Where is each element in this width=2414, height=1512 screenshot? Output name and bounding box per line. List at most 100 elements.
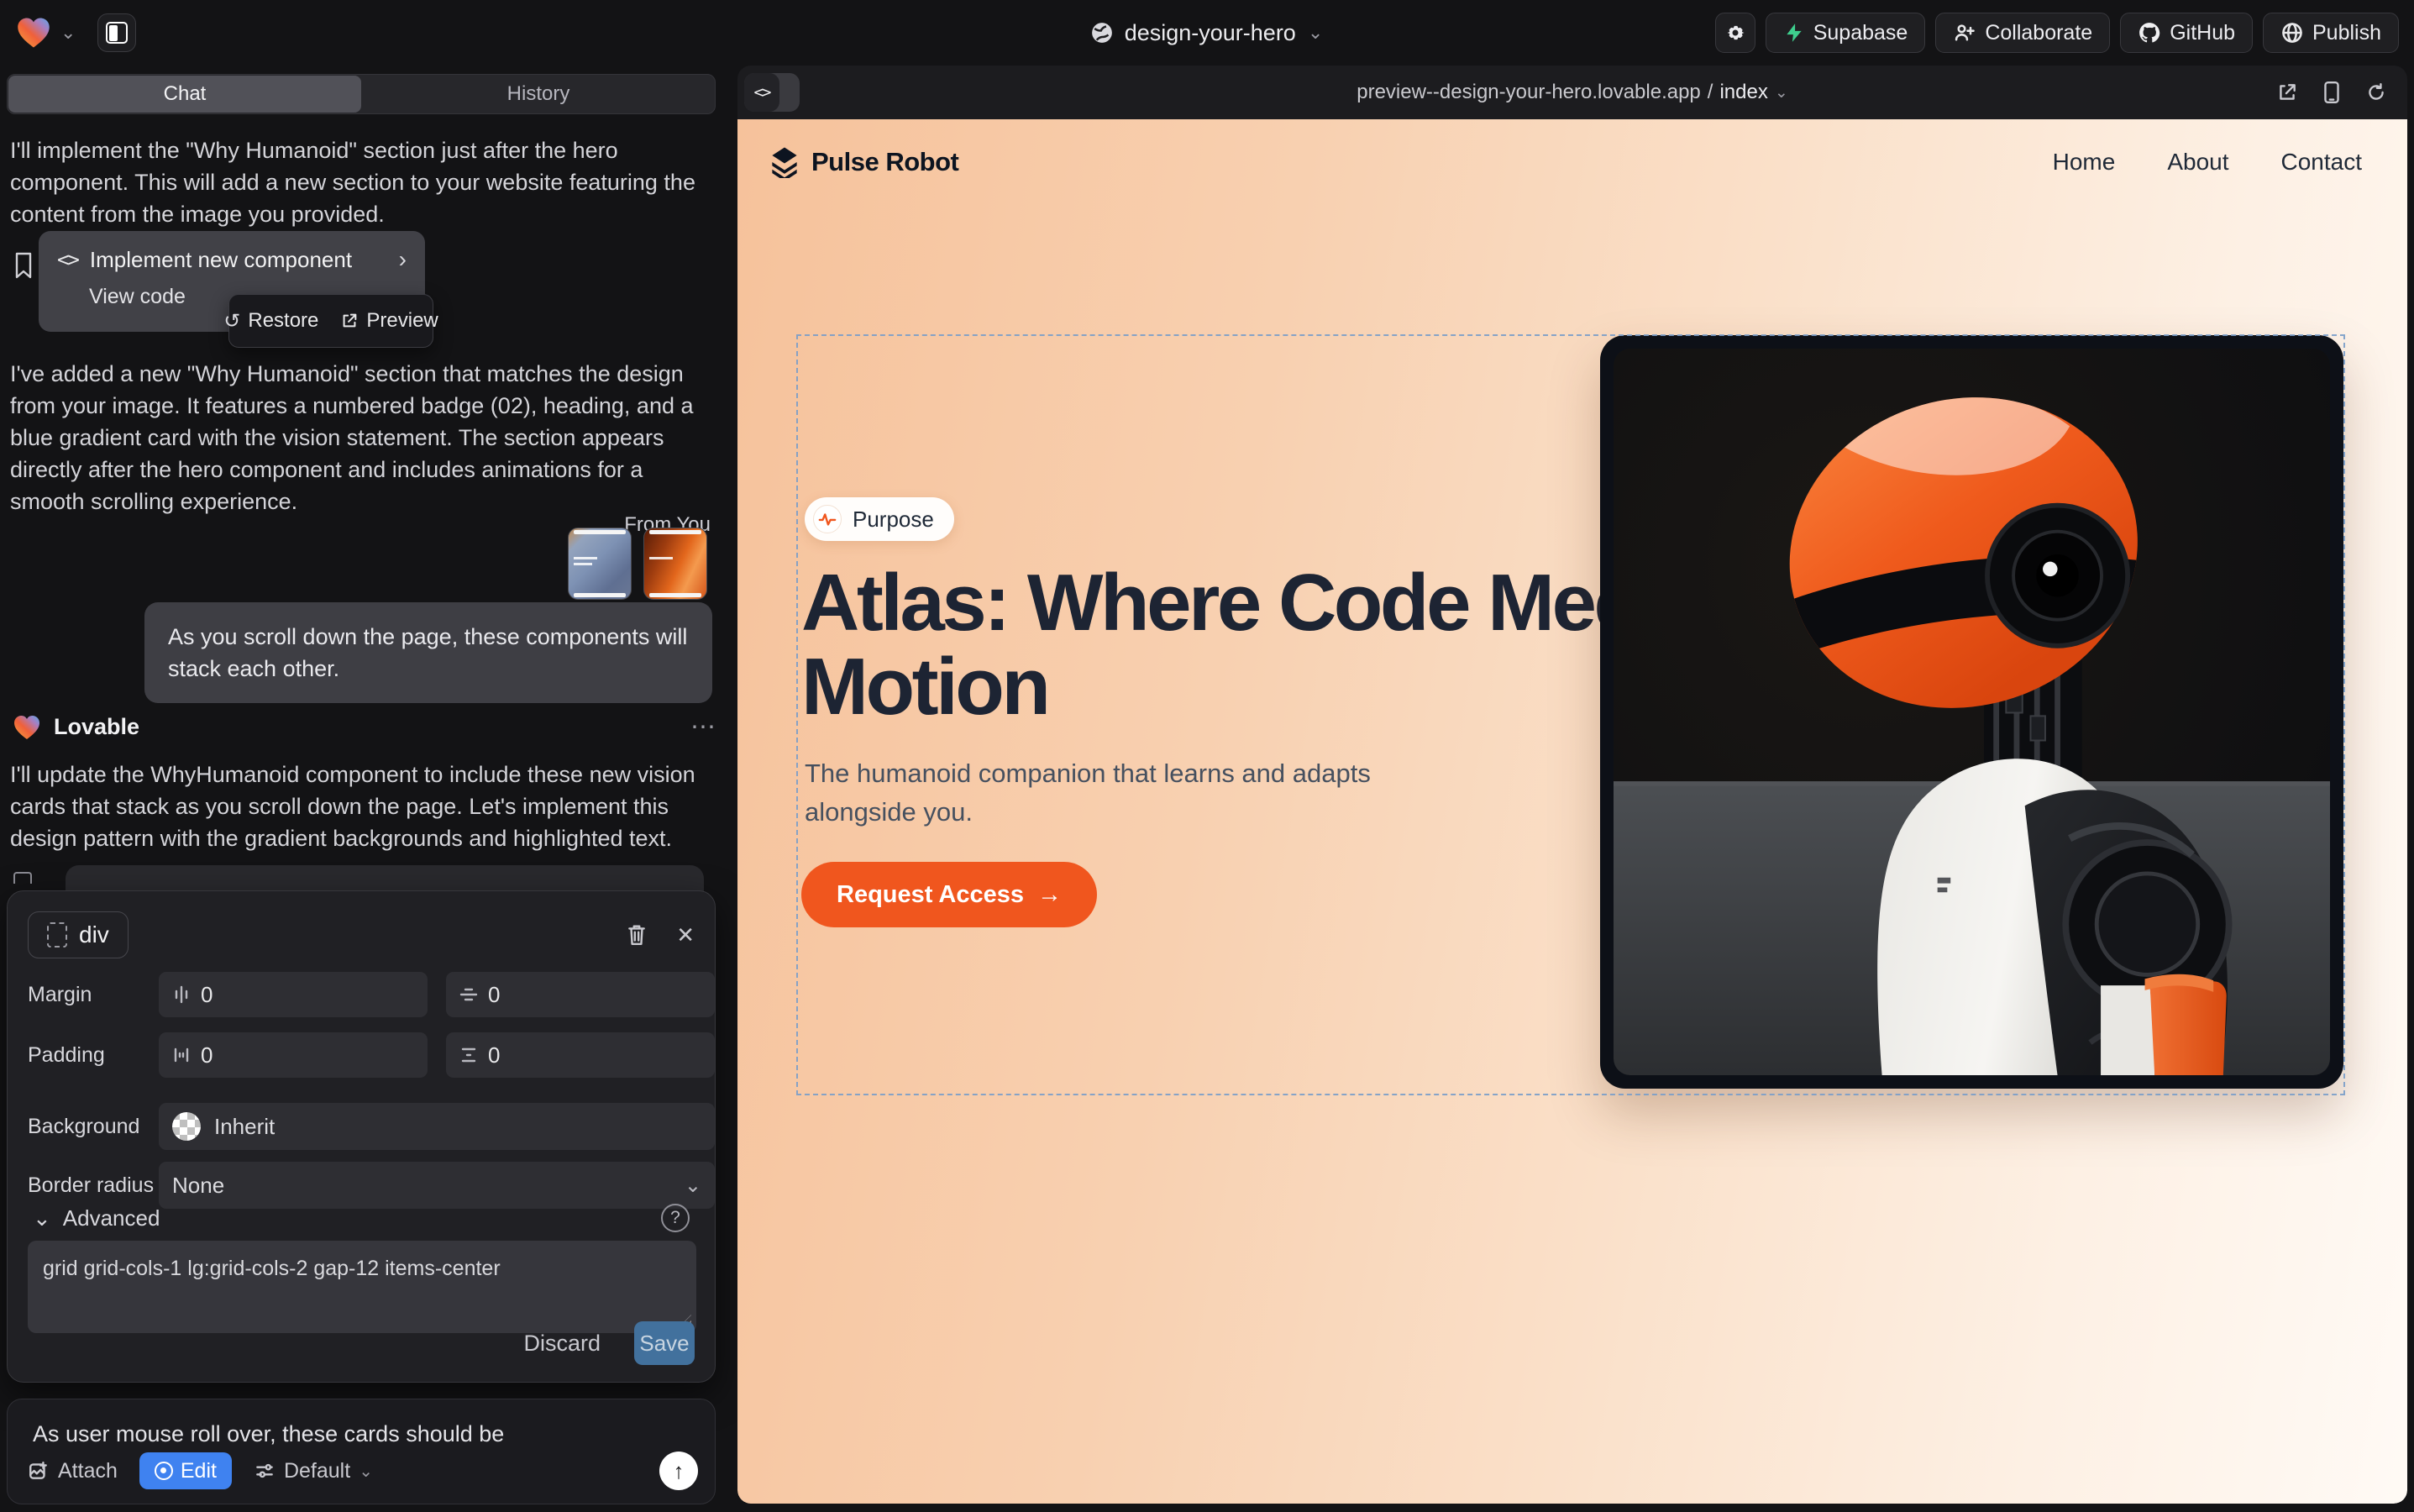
assistant-message-2: I've added a new "Why Humanoid" section … [10,358,721,517]
gear-icon [1724,21,1747,45]
restore-button[interactable]: ↺ Restore [223,309,318,333]
advanced-chevron-icon[interactable]: ⌄ [33,1205,51,1231]
chevron-right-icon: › [399,246,407,273]
route-chevron-icon: ⌄ [1775,83,1788,102]
tab-chat[interactable]: Chat [8,76,361,113]
preview-url: preview--design-your-hero.lovable.app [1357,81,1701,104]
assistant-name: Lovable [54,714,139,740]
preview-button[interactable]: Preview [340,309,438,333]
github-button[interactable]: GitHub [2120,13,2253,53]
request-access-button[interactable]: Request Access → [801,862,1097,927]
mobile-view-button[interactable] [2322,81,2342,104]
collaborate-icon [1953,21,1976,45]
element-tag: div [79,921,109,948]
open-in-new-tab-button[interactable] [2276,81,2298,103]
pulse-icon [813,505,842,533]
nav-about[interactable]: About [2167,149,2228,176]
globe-icon [1089,20,1115,45]
robot-image [1614,349,2330,1075]
margin-x-icon [172,985,191,1004]
padding-x-icon [172,1046,191,1064]
refresh-button[interactable] [2365,81,2387,103]
target-icon [155,1462,173,1480]
project-chevron-icon: ⌄ [1306,22,1325,44]
element-inspector-panel: div ✕ Margin 0 [7,890,716,1383]
pulse-robot-logo-icon [769,146,800,178]
padding-y-input[interactable]: 0 [446,1032,715,1078]
element-outline-icon [47,922,67,948]
publish-globe-icon [2280,21,2304,45]
supabase-icon [1783,22,1805,44]
site-header: Pulse Robot Home About Contact [769,146,2362,178]
sliders-icon [254,1460,276,1482]
nav-home[interactable]: Home [2053,149,2116,176]
close-inspector-button[interactable]: ✕ [676,922,695,948]
project-name: design-your-hero [1125,20,1296,46]
hero-subheading: The humanoid companion that learns and a… [805,754,1393,832]
margin-y-icon [459,985,478,1004]
lovable-heart-icon [13,715,40,740]
attachment-thumbnail-orange[interactable] [643,528,707,600]
top-bar: ⌄ design-your-hero ⌄ [0,0,2414,66]
nav-contact[interactable]: Contact [2281,149,2363,176]
site-brand[interactable]: Pulse Robot [769,146,958,178]
preview-url-bar[interactable]: preview--design-your-hero.lovable.app / … [737,66,2407,119]
margin-label: Margin [28,983,159,1007]
tab-history[interactable]: History [362,75,715,113]
preview-route: index [1719,81,1767,104]
advanced-label[interactable]: Advanced [63,1205,160,1231]
code-icon: <> [57,248,78,271]
lovable-app-window: ⌄ design-your-hero ⌄ [0,0,2414,1512]
help-icon[interactable]: ? [661,1204,690,1232]
site-nav: Home About Contact [2053,149,2362,176]
preview-header: <> preview--design-your-hero.lovable.app… [737,66,2407,119]
border-radius-select[interactable]: None ⌄ [159,1162,715,1209]
bookmark-icon-partial [13,872,32,884]
transparency-swatch-icon [172,1112,201,1141]
bookmark-icon[interactable] [13,252,34,279]
margin-x-input[interactable]: 0 [159,972,428,1017]
chat-composer[interactable]: As user mouse roll over, these cards sho… [7,1399,716,1504]
github-icon [2138,21,2161,45]
selected-element-chip[interactable]: div [28,911,129,958]
chevron-down-icon: ⌄ [359,1461,373,1482]
save-button[interactable]: Save [634,1321,695,1365]
message-options-button[interactable]: ⋯ [690,712,717,742]
padding-x-input[interactable]: 0 [159,1032,428,1078]
padding-y-icon [459,1046,478,1064]
user-message: As you scroll down the page, these compo… [144,602,712,703]
model-selector[interactable]: Default ⌄ [254,1459,373,1483]
external-link-icon [340,312,359,330]
publish-button[interactable]: Publish [2263,13,2399,53]
send-button[interactable]: ↑ [659,1452,698,1490]
tailwind-classes-textarea[interactable]: grid grid-cols-1 lg:grid-cols-2 gap-12 i… [28,1241,696,1333]
background-label: Background [28,1115,159,1139]
preview-pane: <> preview--design-your-hero.lovable.app… [737,66,2407,1504]
attachment-thumbnail-blue[interactable] [568,528,632,600]
hero-robot-card [1600,335,2343,1089]
edit-mode-button[interactable]: Edit [139,1452,232,1489]
hero-heading: Atlas: Where Code Meets Motion [801,561,1725,729]
supabase-button[interactable]: Supabase [1766,13,1926,53]
collaborate-button[interactable]: Collaborate [1935,13,2110,53]
assistant-message-3: I'll update the WhyHumanoid component to… [10,759,716,854]
purpose-badge: Purpose [805,497,954,541]
restore-icon: ↺ [223,309,240,333]
site-canvas: Pulse Robot Home About Contact Purpose A… [737,119,2407,1504]
background-field[interactable]: Inherit [159,1103,715,1150]
composer-input[interactable]: As user mouse roll over, these cards sho… [33,1421,504,1447]
attach-image-icon [28,1460,50,1482]
delete-element-button[interactable] [626,922,648,948]
message-hover-toolbar: ↺ Restore Preview [228,294,433,348]
border-radius-label: Border radius [28,1173,159,1198]
margin-y-input[interactable]: 0 [446,972,715,1017]
settings-button[interactable] [1715,13,1755,53]
chevron-down-icon: ⌄ [685,1173,701,1198]
component-card-title: Implement new component [90,247,352,273]
assistant-message-1: I'll implement the "Why Humanoid" sectio… [10,134,721,230]
sidebar-tabs: Chat History [7,74,716,114]
arrow-right-icon: → [1037,881,1062,909]
padding-label: Padding [28,1043,159,1068]
attach-button[interactable]: Attach [28,1459,118,1483]
discard-button[interactable]: Discard [523,1331,601,1357]
